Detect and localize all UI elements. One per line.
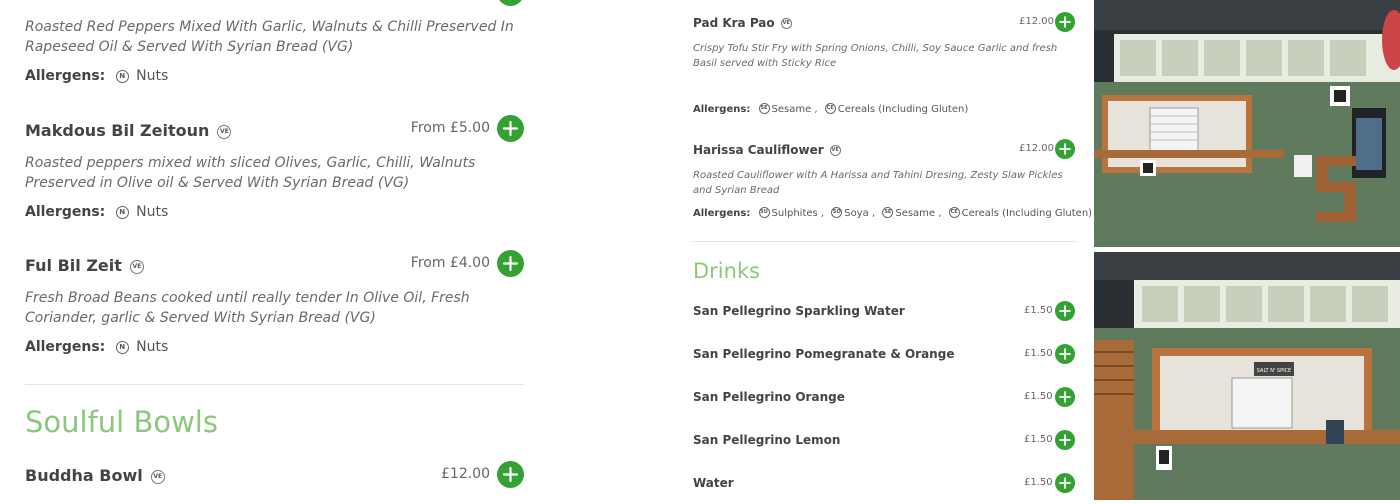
add-to-cart-button[interactable]: [497, 115, 524, 142]
plus-icon: [510, 0, 511, 1]
allergen-name: Nuts: [136, 339, 169, 355]
drink-price: £1.50: [1024, 391, 1053, 402]
item-title[interactable]: Ful Bil Zeit VE: [25, 256, 144, 275]
nuts-allergen-icon: N: [115, 340, 129, 354]
plus-icon: [1059, 305, 1071, 317]
counter-photo-1: [1094, 0, 1400, 247]
allergen-name: Sesame ,: [771, 103, 818, 115]
item-description: Crispy Tofu Stir Fry with Spring Onions,…: [693, 43, 1058, 69]
allergens-row: Allergens: N Nuts: [25, 339, 168, 355]
drink-title[interactable]: San Pellegrino Orange: [693, 390, 845, 404]
plus-icon: [1059, 143, 1071, 155]
item-title[interactable]: Buddha Bowl VE: [25, 466, 165, 485]
add-to-cart-button[interactable]: [1055, 12, 1075, 32]
item-price: £12.00: [1019, 16, 1054, 27]
plus-icon: [1059, 477, 1071, 489]
allergens-label: Allergens:: [25, 68, 106, 84]
section-title: Drinks: [693, 259, 761, 283]
drink-title[interactable]: San Pellegrino Pomegranate & Orange: [693, 347, 954, 361]
item-description: Roasted Red Peppers Mixed With Garlic, W…: [25, 19, 514, 55]
item-price: £12.00: [441, 466, 490, 482]
restaurant-photos: SALT N' SPICE: [1094, 0, 1400, 500]
allergen-name: Soya ,: [844, 207, 876, 219]
item-title-text: Buddha Bowl: [25, 466, 143, 485]
drink-title[interactable]: San Pellegrino Lemon: [693, 433, 840, 447]
add-to-cart-button[interactable]: [1055, 387, 1075, 407]
drink-price: £1.50: [1024, 477, 1053, 488]
item-description: Roasted Cauliflower with A Harissa and T…: [693, 170, 1063, 196]
vegan-badge-icon: VE: [150, 469, 165, 484]
item-title-text: Ful Bil Zeit: [25, 256, 122, 275]
section-title: Soulful Bowls: [25, 405, 218, 439]
add-to-cart-button[interactable]: [1055, 344, 1075, 364]
section-divider: [25, 384, 524, 385]
allergen-name: Nuts: [136, 68, 169, 84]
add-to-cart-button[interactable]: [497, 0, 524, 6]
item-title-text: Pad Kra Pao: [693, 16, 775, 30]
vegan-badge-icon: VE: [129, 259, 144, 274]
allergens-label: Allergens:: [25, 339, 106, 355]
item-title[interactable]: Pad Kra Pao VE: [693, 16, 792, 30]
plus-icon: [1059, 434, 1071, 446]
drink-title[interactable]: San Pellegrino Sparkling Water: [693, 304, 905, 318]
item-title-text: Makdous Bil Zeitoun: [25, 121, 210, 140]
plus-icon: [502, 466, 519, 483]
drink-price: £1.50: [1024, 434, 1053, 445]
allergen-name: Cereals (Including Gluten): [961, 207, 1093, 219]
restaurant-counter-photos: SALT N' SPICE: [1094, 0, 1400, 500]
shop-sign-text: SALT N' SPICE: [1257, 368, 1291, 374]
allergens-label: Allergens:: [693, 103, 751, 115]
allergens-label: Allergens:: [25, 204, 106, 220]
item-price: From £5.00: [410, 120, 490, 136]
allergen-name: Nuts: [136, 204, 169, 220]
vegan-badge-icon: VE: [780, 18, 792, 29]
plus-icon: [1059, 348, 1071, 360]
vegan-badge-icon: VE: [217, 124, 232, 139]
add-to-cart-button[interactable]: [497, 461, 524, 488]
plus-icon: [1059, 391, 1071, 403]
item-price: £12.00: [1019, 143, 1054, 154]
allergens-row: Allergens: N Nuts: [25, 68, 168, 84]
plus-icon: [1059, 16, 1071, 28]
sulphites-allergen-icon: SU: [758, 207, 770, 218]
vegan-badge-icon: VE: [829, 145, 841, 156]
menu-right-column: Pad Kra Pao VE £12.00 Crispy Tofu Stir Fr…: [693, 0, 1092, 500]
allergens-row: Allergens: SU Sulphites , SO Soya , SE Sesa…: [693, 207, 1096, 219]
item-description: Fresh Broad Beans cooked until really te…: [25, 290, 470, 326]
cereals-allergen-icon: CE: [824, 103, 836, 114]
add-to-cart-button[interactable]: [1055, 139, 1075, 159]
counter-photo-2: SALT N' SPICE: [1094, 252, 1400, 500]
drink-price: £1.50: [1024, 305, 1053, 316]
drink-price: £1.50: [1024, 348, 1053, 359]
soya-allergen-icon: SO: [831, 207, 843, 218]
menu-left-column: Roasted Red Peppers Mixed With Garlic, W…: [0, 0, 550, 500]
allergen-name: Sulphites ,: [771, 207, 825, 219]
allergen-name: Sesame ,: [895, 207, 942, 219]
sesame-allergen-icon: SE: [758, 103, 770, 114]
plus-icon: [502, 255, 519, 272]
allergen-name: Cereals (Including Gluten): [837, 103, 969, 115]
nuts-allergen-icon: N: [115, 205, 129, 219]
cereals-allergen-icon: CE: [948, 207, 960, 218]
add-to-cart-button[interactable]: [1055, 473, 1075, 493]
item-price: From £4.00: [410, 255, 490, 271]
plus-icon: [502, 120, 519, 137]
item-title[interactable]: Makdous Bil Zeitoun VE: [25, 121, 232, 140]
allergens-label: Allergens:: [693, 207, 751, 219]
item-description: Roasted peppers mixed with sliced Olives…: [25, 155, 476, 191]
item-title[interactable]: Harissa Cauliflower VE: [693, 143, 841, 157]
nuts-allergen-icon: N: [115, 69, 129, 83]
item-title-text: Harissa Cauliflower: [693, 143, 824, 157]
section-divider: [693, 241, 1077, 242]
add-to-cart-button[interactable]: [497, 250, 524, 277]
allergens-row: Allergens: N Nuts: [25, 204, 168, 220]
add-to-cart-button[interactable]: [1055, 430, 1075, 450]
sesame-allergen-icon: SE: [882, 207, 894, 218]
allergens-row: Allergens: SE Sesame , CE Cereals (Includi…: [693, 103, 972, 115]
drink-title[interactable]: Water: [693, 476, 734, 490]
add-to-cart-button[interactable]: [1055, 301, 1075, 321]
